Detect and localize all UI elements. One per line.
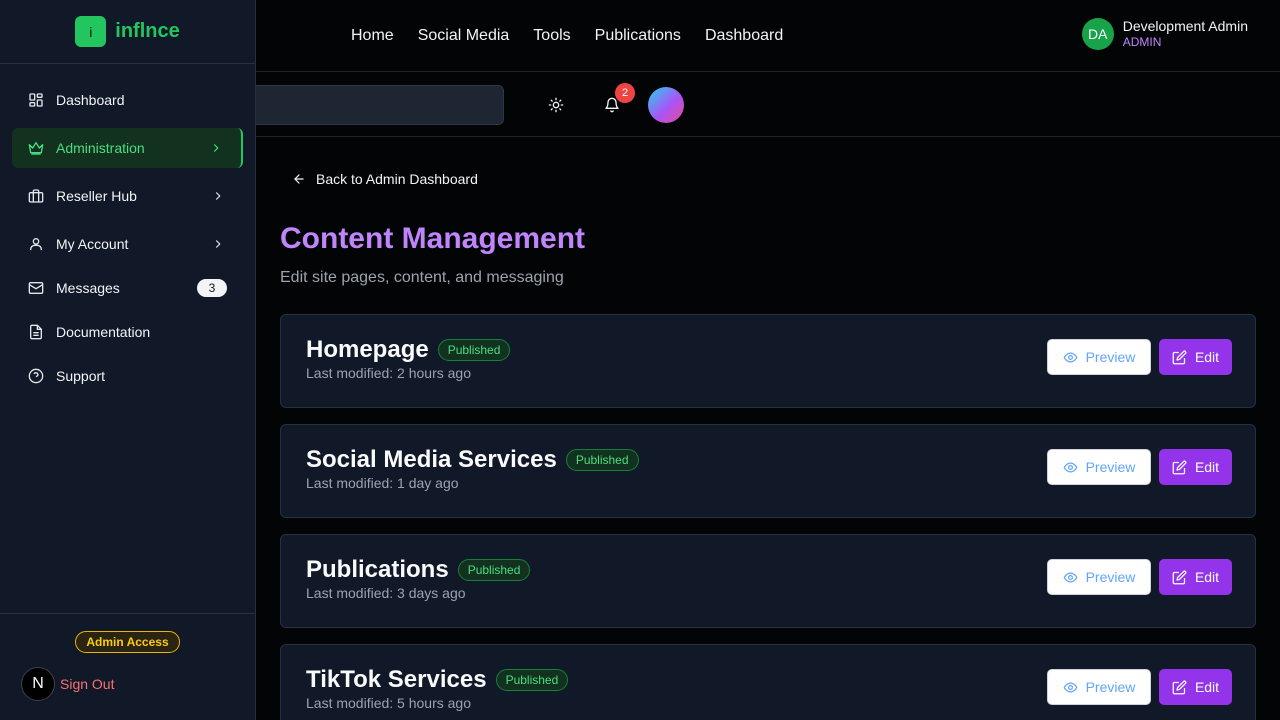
brand[interactable]: i inflnce: [0, 0, 255, 64]
card-title: Homepage: [306, 336, 429, 363]
card-title-row: Publications Published: [306, 556, 531, 584]
crown-icon: [28, 140, 44, 156]
app-root: Home Social Media Tools Publications Das…: [0, 0, 1280, 720]
messages-count-badge: 3: [197, 279, 227, 297]
arrow-left-icon: [294, 174, 304, 184]
back-link-label: Back to Admin Dashboard: [316, 171, 478, 187]
sidebar-item-messages[interactable]: Messages 3: [12, 268, 243, 308]
content-page-card: Homepage Published Last modified: 2 hour…: [280, 314, 1256, 408]
preview-button[interactable]: Preview: [1047, 449, 1151, 485]
preview-button[interactable]: Preview: [1047, 339, 1151, 375]
card-title: Social Media Services: [306, 446, 557, 473]
edit-label: Edit: [1194, 459, 1220, 475]
sign-out-button[interactable]: Sign Out: [60, 676, 114, 692]
last-modified: Last modified: 2 hours ago: [306, 365, 471, 381]
content-page-card: Publications Published Last modified: 3 …: [280, 534, 1256, 628]
theme-toggle-button[interactable]: [542, 91, 570, 119]
status-badge: Published: [457, 559, 531, 581]
document-icon: [28, 324, 44, 340]
edit-label: Edit: [1194, 569, 1220, 585]
sidebar-item-label: Support: [56, 368, 106, 384]
user-icon: [28, 236, 44, 252]
top-nav-tools[interactable]: Tools: [533, 27, 570, 45]
back-link[interactable]: Back to Admin Dashboard: [292, 171, 478, 187]
user-menu[interactable]: DA Development Admin ADMIN: [1081, 18, 1248, 50]
sidebar-item-my-account[interactable]: My Account: [12, 224, 243, 264]
briefcase-icon: [28, 188, 44, 204]
sidebar-item-reseller-hub[interactable]: Reseller Hub: [12, 176, 243, 216]
top-nav-dashboard[interactable]: Dashboard: [705, 27, 783, 45]
status-badge: Published: [437, 339, 511, 361]
edit-button[interactable]: Edit: [1159, 339, 1232, 375]
card-title: Publications: [306, 556, 449, 583]
content-page-card: TikTok Services Published Last modified:…: [280, 644, 1256, 720]
user-role: ADMIN: [1122, 35, 1162, 49]
preview-label: Preview: [1085, 679, 1136, 695]
preview-label: Preview: [1085, 459, 1136, 475]
sidebar-item-label: My Account: [56, 236, 129, 252]
user-info: Development Admin ADMIN: [1123, 18, 1248, 50]
card-title-row: TikTok Services Published: [306, 666, 569, 694]
sidebar-item-support[interactable]: Support: [12, 356, 243, 396]
edit-icon: [1172, 570, 1187, 584]
user-name: Development Admin: [1122, 18, 1248, 34]
last-modified: Last modified: 1 day ago: [306, 475, 459, 491]
content-page-card: Social Media Services Published Last mod…: [280, 424, 1256, 518]
chevron-right-icon: [215, 192, 221, 200]
top-nav-home[interactable]: Home: [351, 27, 394, 45]
edit-button[interactable]: Edit: [1159, 669, 1232, 705]
dashboard-icon: [28, 92, 44, 108]
card-title: TikTok Services: [306, 666, 487, 693]
preview-button[interactable]: Preview: [1047, 669, 1151, 705]
edit-icon: [1172, 460, 1187, 474]
top-nav-social-media[interactable]: Social Media: [418, 27, 510, 45]
sidebar-item-label: Administration: [56, 140, 145, 156]
card-title-row: Homepage Published: [306, 336, 511, 364]
sidebar-item-documentation[interactable]: Documentation: [12, 312, 243, 352]
sidebar-item-label: Messages: [56, 280, 120, 296]
sidebar: i inflnce Dashboard Administration Resel…: [0, 0, 256, 720]
sidebar-footer: Admin Access N Sign Out: [0, 613, 256, 720]
edit-icon: [1172, 350, 1187, 364]
eye-icon: [1063, 681, 1078, 693]
notification-count-badge: 2: [615, 83, 635, 103]
sidebar-item-administration[interactable]: Administration: [12, 128, 243, 168]
sidebar-item-dashboard[interactable]: Dashboard: [12, 80, 243, 120]
preview-label: Preview: [1085, 569, 1136, 585]
brand-logo: i: [75, 16, 107, 47]
last-modified: Last modified: 3 days ago: [306, 585, 466, 601]
sidebar-item-label: Documentation: [56, 324, 151, 340]
help-circle-icon: [28, 368, 44, 384]
eye-icon: [1063, 461, 1078, 473]
brand-name: inflnce: [115, 20, 180, 42]
preview-label: Preview: [1085, 349, 1136, 365]
status-badge: Published: [495, 669, 569, 691]
edit-button[interactable]: Edit: [1159, 559, 1232, 595]
edit-label: Edit: [1194, 349, 1220, 365]
last-modified: Last modified: 5 hours ago: [306, 695, 471, 711]
page-subtitle: Edit site pages, content, and messaging: [280, 269, 564, 286]
admin-access-badge: Admin Access: [75, 631, 180, 653]
eye-icon: [1063, 351, 1078, 363]
edit-button[interactable]: Edit: [1159, 449, 1232, 485]
edit-label: Edit: [1194, 679, 1220, 695]
top-nav: Home Social Media Tools Publications Das…: [351, 0, 783, 72]
chevron-right-icon: [213, 144, 219, 152]
sun-icon: [548, 97, 564, 113]
sidebar-item-label: Reseller Hub: [56, 188, 137, 204]
sidebar-item-label: Dashboard: [56, 92, 125, 108]
mail-icon: [28, 280, 44, 296]
profile-avatar[interactable]: [648, 87, 684, 123]
page-title: Content Management: [280, 222, 586, 255]
framework-avatar[interactable]: N: [21, 667, 55, 701]
user-avatar: DA: [1081, 18, 1114, 50]
top-nav-publications[interactable]: Publications: [595, 27, 681, 45]
chevron-right-icon: [215, 240, 221, 248]
preview-button[interactable]: Preview: [1047, 559, 1151, 595]
card-title-row: Social Media Services Published: [306, 446, 639, 474]
status-badge: Published: [565, 449, 639, 471]
edit-icon: [1172, 680, 1187, 694]
eye-icon: [1063, 571, 1078, 583]
